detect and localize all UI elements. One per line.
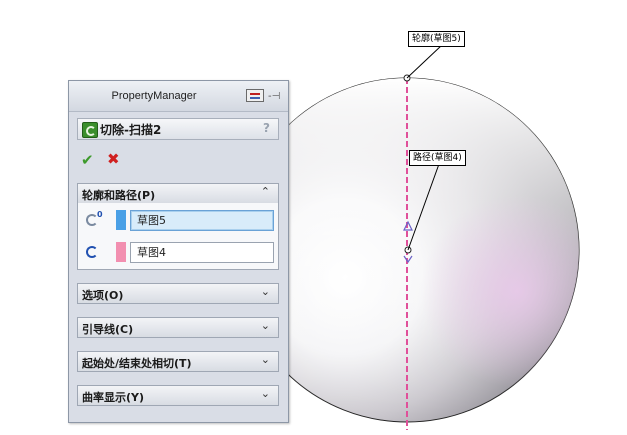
- profile-selection-field[interactable]: 草图5: [130, 210, 274, 231]
- display-options-icon[interactable]: [246, 89, 264, 102]
- profile-icon: 0: [86, 210, 104, 227]
- sweep-cut-feature-icon: [82, 122, 98, 138]
- profile-color-swatch: [116, 210, 126, 230]
- expand-icon[interactable]: ⌄: [261, 285, 270, 298]
- path-color-swatch: [116, 242, 126, 262]
- ok-button[interactable]: ✔: [81, 151, 94, 169]
- feature-title-bar: 切除-扫描2 ?: [77, 118, 279, 140]
- property-manager-panel: PropertyManager -⊣ 切除-扫描2 ? ✔ ✖ 轮廓和路径(P)…: [68, 80, 289, 423]
- section-start-end-tangency[interactable]: 起始处/结束处相切(T) ⌄: [77, 351, 279, 372]
- section-label: 曲率显示(Y): [82, 391, 145, 404]
- expand-icon[interactable]: ⌄: [261, 387, 270, 400]
- profile-and-path-body: 0 草图5 草图4: [77, 203, 279, 270]
- section-label: 引导线(C): [82, 323, 134, 336]
- section-label: 选项(O): [82, 289, 124, 302]
- profile-leader-line: [406, 44, 443, 79]
- expand-icon[interactable]: ⌄: [261, 353, 270, 366]
- section-curvature-display[interactable]: 曲率显示(Y) ⌄: [77, 385, 279, 406]
- section-options[interactable]: 选项(O) ⌄: [77, 283, 279, 304]
- path-icon: [86, 245, 104, 259]
- panel-title: PropertyManager: [111, 90, 197, 102]
- section-label: 轮廓和路径(P): [82, 189, 156, 202]
- path-callout[interactable]: 路径(草图4): [409, 150, 466, 166]
- cancel-button[interactable]: ✖: [107, 150, 120, 168]
- expand-icon[interactable]: ⌄: [261, 319, 270, 332]
- collapse-icon[interactable]: ⌃: [261, 185, 270, 198]
- property-manager-header: PropertyManager -⊣: [69, 81, 288, 112]
- feature-title: 切除-扫描2: [100, 123, 162, 137]
- section-guide-curves[interactable]: 引导线(C) ⌄: [77, 317, 279, 338]
- profile-callout[interactable]: 轮廓(草图5): [408, 31, 465, 47]
- header-icons: -⊣: [246, 89, 282, 103]
- path-selection-field[interactable]: 草图4: [130, 242, 274, 263]
- section-profile-and-path[interactable]: 轮廓和路径(P) ⌃: [77, 183, 279, 204]
- pin-icon[interactable]: -⊣: [268, 91, 280, 102]
- help-button[interactable]: ?: [263, 121, 270, 135]
- section-label: 起始处/结束处相切(T): [82, 357, 192, 370]
